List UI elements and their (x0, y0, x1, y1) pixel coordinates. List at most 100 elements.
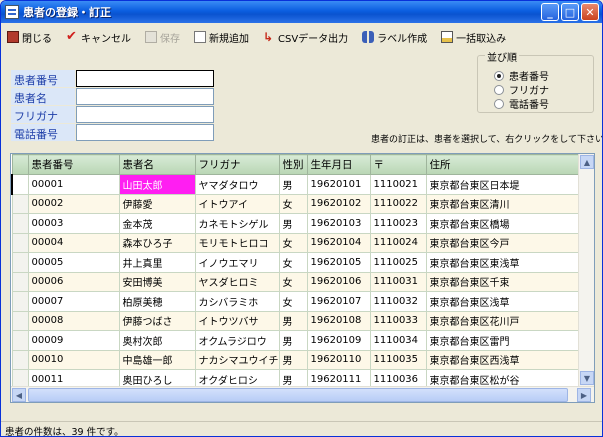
sort-option-patient-no[interactable]: 患者番号 (494, 68, 549, 83)
table-cell[interactable]: 19620102 (306, 193, 371, 214)
table-row[interactable]: 00006 安田博美 ヤスダヒロミ女 19620106 1110031 東京都台東区千束 (11, 271, 591, 292)
title-bar[interactable]: 患者の登録・訂正 _ □ ✕ (1, 1, 602, 23)
table-cell[interactable]: 男 (278, 310, 308, 331)
table-cell[interactable]: ヤマダタロウ (194, 174, 280, 195)
phone-input[interactable] (76, 124, 214, 141)
table-cell[interactable]: ヤスダヒロミ (194, 271, 280, 292)
minimize-button[interactable]: _ (541, 3, 559, 21)
scroll-down-icon[interactable]: ▼ (580, 371, 594, 385)
table-cell[interactable]: 伊藤愛 (118, 193, 196, 214)
table-row[interactable]: 00005 井上真里 イノウエマリ女 19620105 1110025 東京都台東区東浅草 (11, 252, 591, 273)
add-new-button[interactable]: 新規追加 (194, 30, 249, 45)
row-selector[interactable] (11, 174, 29, 195)
row-selector[interactable] (11, 291, 29, 312)
cancel-button[interactable]: ✔ キャンセル (66, 30, 131, 45)
table-cell[interactable]: 1110022 (369, 193, 427, 214)
column-header[interactable]: 患者番号 (27, 154, 120, 175)
table-cell[interactable]: 19620109 (306, 330, 371, 351)
table-cell[interactable]: 00007 (27, 291, 120, 312)
row-selector[interactable] (11, 232, 29, 253)
table-cell[interactable]: 1110033 (369, 310, 427, 331)
table-cell[interactable]: 00009 (27, 330, 120, 351)
table-cell[interactable]: 安田博美 (118, 271, 196, 292)
row-selector[interactable] (11, 271, 29, 292)
table-row[interactable]: 00001 山田太郎 ヤマダタロウ男 19620101 1110021 東京都台東区日本堤 (11, 174, 591, 195)
table-cell[interactable]: 1110023 (369, 213, 427, 234)
horizontal-scrollbar[interactable]: ◀ ▶ (11, 386, 594, 402)
table-row[interactable]: 00010 中島雄一郎 ナカシマユウイチ男 19620110 1110035 東京都台東区… (11, 349, 591, 370)
table-cell[interactable]: イトウアイ (194, 193, 280, 214)
table-cell[interactable]: カシバラミホ (194, 291, 280, 312)
column-header[interactable]: 患者名 (118, 154, 196, 175)
maximize-button[interactable]: □ (561, 3, 579, 21)
row-selector[interactable] (11, 349, 29, 370)
table-cell[interactable]: 森本ひろ子 (118, 232, 196, 253)
row-selector[interactable] (11, 213, 29, 234)
row-selector[interactable] (11, 310, 29, 331)
table-cell[interactable]: 井上真里 (118, 252, 196, 273)
column-header[interactable]: 生年月日 (306, 154, 371, 175)
table-row[interactable]: 00003 金本茂 カネモトシゲル男 19620103 1110023 東京都台東区橋場 (11, 213, 591, 234)
table-cell[interactable]: 男 (278, 349, 308, 370)
table-cell[interactable]: 女 (278, 271, 308, 292)
close-window-button[interactable]: ✕ (581, 3, 599, 21)
table-cell[interactable]: 1110025 (369, 252, 427, 273)
table-row[interactable]: 00009 奥村次郎 オクムラジロウ男 19620109 1110034 東京都台東区雷門 (11, 330, 591, 351)
table-cell[interactable]: 東京都台東区今戸 (425, 232, 591, 253)
table-cell[interactable]: 東京都台東区東浅草 (425, 252, 591, 273)
furigana-input[interactable] (76, 106, 214, 123)
table-cell[interactable]: 00002 (27, 193, 120, 214)
table-cell[interactable]: 東京都台東区橋場 (425, 213, 591, 234)
table-cell[interactable]: カネモトシゲル (194, 213, 280, 234)
table-cell[interactable]: 山田太郎 (118, 174, 196, 195)
column-header[interactable]: 住所 (425, 154, 591, 175)
table-cell[interactable]: 19620110 (306, 349, 371, 370)
table-cell[interactable]: 1110034 (369, 330, 427, 351)
table-cell[interactable]: 19620105 (306, 252, 371, 273)
save-button[interactable]: 保存 (145, 30, 180, 45)
table-cell[interactable]: 1110032 (369, 291, 427, 312)
table-cell[interactable]: 東京都台東区千束 (425, 271, 591, 292)
scroll-right-icon[interactable]: ▶ (577, 388, 591, 402)
table-cell[interactable]: 00010 (27, 349, 120, 370)
horizontal-scroll-thumb[interactable] (28, 388, 568, 402)
table-cell[interactable]: 中島雄一郎 (118, 349, 196, 370)
table-cell[interactable]: 1110024 (369, 232, 427, 253)
table-cell[interactable]: 19620104 (306, 232, 371, 253)
create-label-button[interactable]: ラベル作成 (362, 30, 427, 45)
table-cell[interactable]: 東京都台東区雷門 (425, 330, 591, 351)
row-selector[interactable] (11, 193, 29, 214)
name-input[interactable] (76, 88, 214, 105)
scroll-left-icon[interactable]: ◀ (12, 388, 26, 402)
table-cell[interactable]: ナカシマユウイチ (194, 349, 280, 370)
table-cell[interactable]: 00008 (27, 310, 120, 331)
table-cell[interactable]: 00005 (27, 252, 120, 273)
table-row[interactable]: 00002 伊藤愛 イトウアイ女 19620102 1110022 東京都台東区清川 (11, 193, 591, 214)
table-cell[interactable]: 男 (278, 213, 308, 234)
column-header[interactable]: 性別 (278, 154, 308, 175)
column-header[interactable]: 〒 (369, 154, 427, 175)
table-cell[interactable]: 男 (278, 330, 308, 351)
table-cell[interactable]: 1110035 (369, 349, 427, 370)
vertical-scrollbar[interactable]: ▲ ▼ (578, 154, 594, 386)
table-cell[interactable]: 東京都台東区浅草 (425, 291, 591, 312)
row-selector[interactable] (11, 252, 29, 273)
table-cell[interactable]: 00001 (27, 174, 120, 195)
radio-patient-no[interactable] (494, 70, 504, 81)
table-cell[interactable]: 女 (278, 232, 308, 253)
table-cell[interactable]: イノウエマリ (194, 252, 280, 273)
table-cell[interactable]: 1110021 (369, 174, 427, 195)
patient-no-input[interactable] (76, 70, 214, 87)
table-row[interactable]: 00004 森本ひろ子 モリモトヒロコ女 19620104 1110024 東京都台東区今… (11, 232, 591, 253)
table-cell[interactable]: 奥村次郎 (118, 330, 196, 351)
table-cell[interactable]: 伊藤つばさ (118, 310, 196, 331)
sort-option-furigana[interactable]: フリガナ (494, 82, 549, 97)
table-cell[interactable]: 東京都台東区日本堤 (425, 174, 591, 195)
table-cell[interactable]: オクムラジロウ (194, 330, 280, 351)
radio-furigana[interactable] (494, 84, 504, 95)
table-cell[interactable]: 1110031 (369, 271, 427, 292)
row-selector[interactable] (11, 330, 29, 351)
radio-phone[interactable] (494, 98, 504, 109)
table-cell[interactable]: 19620103 (306, 213, 371, 234)
table-cell[interactable]: 東京都台東区清川 (425, 193, 591, 214)
